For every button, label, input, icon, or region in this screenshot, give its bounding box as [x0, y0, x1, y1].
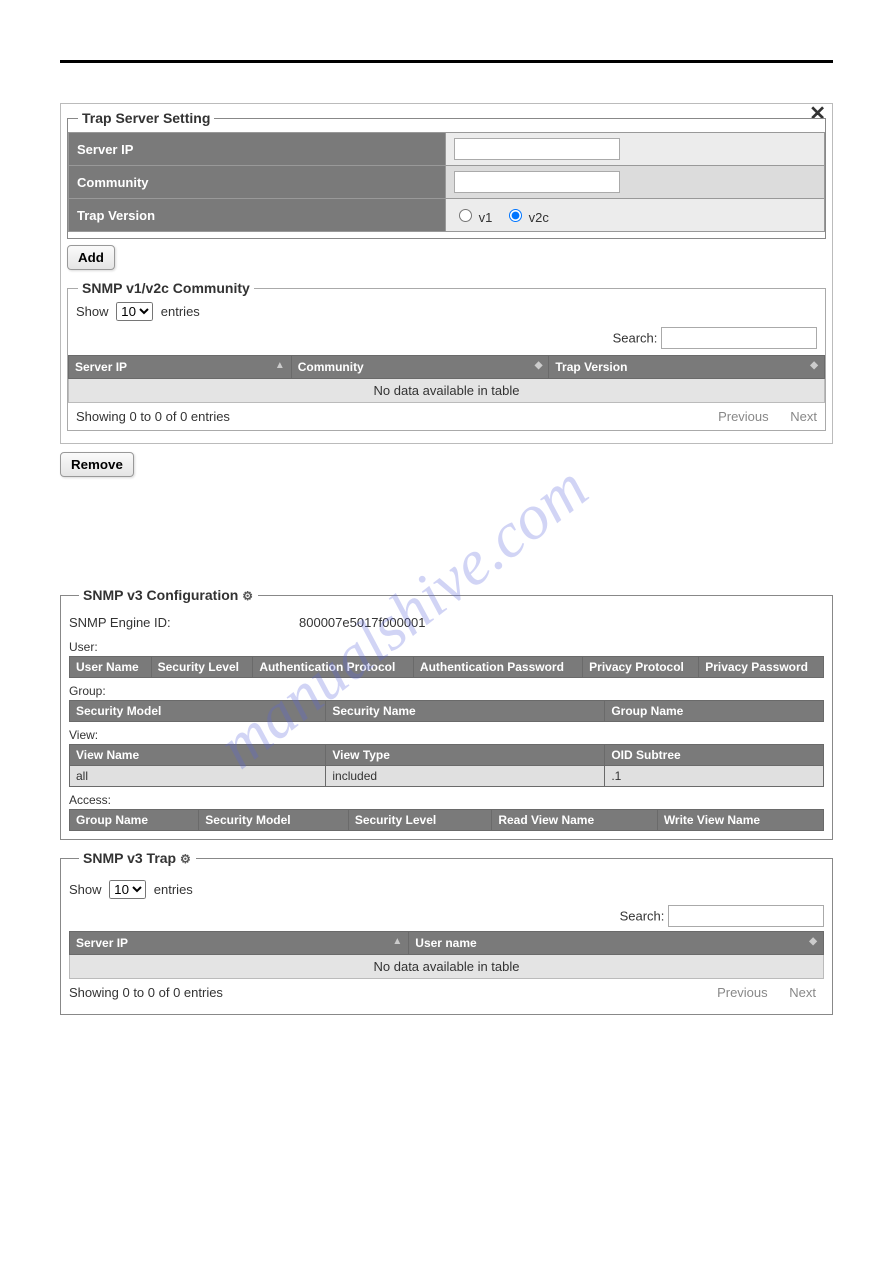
col-view-name: View Name: [70, 745, 326, 766]
table-info: Showing 0 to 0 of 0 entries: [76, 409, 230, 424]
search-input[interactable]: [661, 327, 817, 349]
view-name-cell: all: [70, 766, 326, 787]
trap-server-setting-fieldset: Trap Server Setting Server IP Community …: [67, 110, 826, 239]
col-security-model: Security Model: [70, 701, 326, 722]
snmp-v3-config-fieldset: SNMP v3 Configuration ⚙ SNMP Engine ID: …: [60, 587, 833, 840]
show-label: Show: [76, 304, 109, 319]
table-row: all included .1: [70, 766, 824, 787]
trap-version-v1-radio[interactable]: [459, 209, 472, 222]
no-data-cell-2: No data available in table: [70, 955, 824, 979]
search-input-2[interactable]: [668, 905, 824, 927]
next-button[interactable]: Next: [790, 409, 817, 424]
trap-panel: ✕ Trap Server Setting Server IP Communit…: [60, 103, 833, 444]
server-ip-label: Server IP: [69, 133, 446, 166]
col-server-ip-2[interactable]: Server IP▲: [70, 932, 409, 955]
col-view-type: View Type: [326, 745, 605, 766]
access-section-label: Access:: [69, 787, 824, 809]
oid-subtree-cell: .1: [605, 766, 824, 787]
show-label-2: Show: [69, 882, 102, 897]
col-oid-subtree: OID Subtree: [605, 745, 824, 766]
col-user-name: User Name: [70, 657, 152, 678]
col-priv-protocol: Privacy Protocol: [583, 657, 699, 678]
server-ip-input[interactable]: [454, 138, 620, 160]
top-divider: [60, 60, 833, 63]
search-label-2: Search:: [620, 909, 665, 924]
sort-icon: ▲: [392, 936, 402, 947]
group-section-label: Group:: [69, 678, 824, 700]
add-button[interactable]: Add: [67, 245, 115, 270]
previous-button-2[interactable]: Previous: [717, 985, 768, 1000]
sort-icon: ◆: [810, 360, 818, 371]
sort-icon: ◆: [535, 360, 543, 371]
v1-label: v1: [479, 210, 493, 225]
previous-button[interactable]: Previous: [718, 409, 769, 424]
snmp-v3-trap-fieldset: SNMP v3 Trap ⚙ Show 10 entries Search: S…: [60, 850, 833, 1015]
community-label: Community: [69, 166, 446, 199]
col-priv-password: Privacy Password: [699, 657, 824, 678]
v3-trap-legend: SNMP v3 Trap ⚙: [79, 850, 196, 866]
search-label: Search:: [613, 331, 658, 346]
view-type-cell: included: [326, 766, 605, 787]
sort-icon: ▲: [275, 360, 285, 371]
trap-version-label: Trap Version: [69, 199, 446, 232]
remove-button[interactable]: Remove: [60, 452, 134, 477]
col-auth-password: Authentication Password: [413, 657, 582, 678]
community-legend: SNMP v1/v2c Community: [78, 280, 254, 296]
col-write-view: Write View Name: [657, 810, 823, 831]
show-entries-select-2[interactable]: 10: [109, 880, 146, 899]
v2c-label: v2c: [529, 210, 549, 225]
view-section-label: View:: [69, 722, 824, 744]
col-security-name: Security Name: [326, 701, 605, 722]
col-server-ip[interactable]: Server IP▲: [69, 356, 292, 379]
engine-id-label: SNMP Engine ID:: [69, 615, 299, 630]
col-trap-version[interactable]: Trap Version◆: [549, 356, 825, 379]
col-security-level: Security Level: [151, 657, 253, 678]
col-auth-protocol: Authentication Protocol: [253, 657, 414, 678]
col-read-view: Read View Name: [492, 810, 657, 831]
col-group-name: Group Name: [605, 701, 824, 722]
col-user-name-2[interactable]: User name◆: [409, 932, 824, 955]
col-security-level-2: Security Level: [348, 810, 492, 831]
col-community[interactable]: Community◆: [291, 356, 549, 379]
entries-label-2: entries: [154, 882, 193, 897]
gear-icon[interactable]: ⚙: [242, 589, 254, 601]
community-input[interactable]: [454, 171, 620, 193]
community-table-fieldset: SNMP v1/v2c Community Show 10 entries Se…: [67, 280, 826, 431]
show-entries-select[interactable]: 10: [116, 302, 153, 321]
col-group-name-2: Group Name: [70, 810, 199, 831]
table-info-2: Showing 0 to 0 of 0 entries: [69, 985, 223, 1000]
sort-icon: ◆: [809, 936, 817, 947]
trap-server-legend: Trap Server Setting: [78, 110, 214, 126]
no-data-cell: No data available in table: [69, 379, 825, 403]
user-section-label: User:: [69, 634, 824, 656]
trap-version-v2c-radio[interactable]: [509, 209, 522, 222]
gear-icon[interactable]: ⚙: [180, 852, 192, 864]
v3-config-legend: SNMP v3 Configuration ⚙: [79, 587, 258, 603]
engine-id-value: 800007e5017f000001: [299, 615, 426, 630]
col-security-model-2: Security Model: [199, 810, 349, 831]
entries-label: entries: [161, 304, 200, 319]
next-button-2[interactable]: Next: [789, 985, 816, 1000]
